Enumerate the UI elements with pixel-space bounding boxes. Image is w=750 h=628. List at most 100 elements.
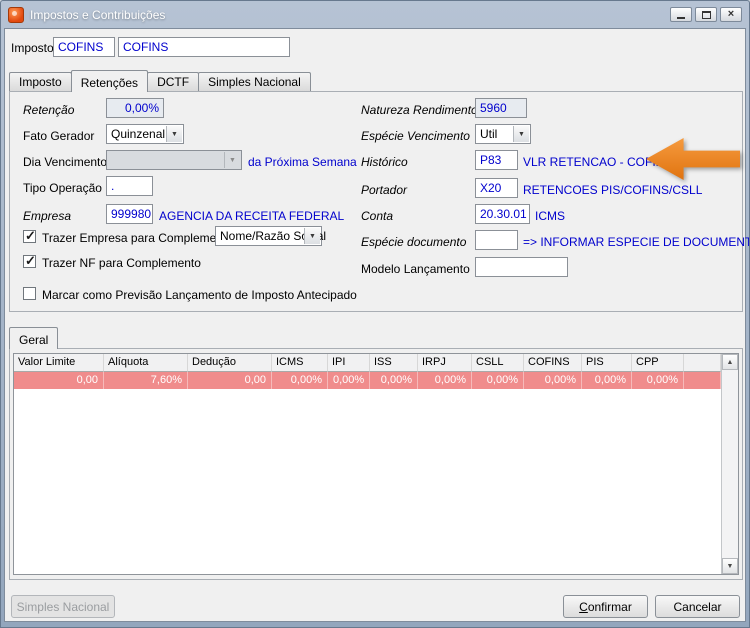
column-header[interactable]: CPP bbox=[632, 354, 684, 372]
vertical-scrollbar[interactable]: ▲ ▼ bbox=[721, 354, 738, 574]
table-cell: 0,00 bbox=[14, 372, 104, 389]
column-header[interactable]: Alíquota bbox=[104, 354, 188, 372]
tab-retenções[interactable]: Retenções bbox=[70, 70, 149, 92]
chevron-down-icon[interactable]: ▼ bbox=[513, 126, 529, 142]
checkbox-0-label: Trazer Empresa para Complemento bbox=[42, 231, 233, 245]
main-tabs: Imposto Retenções DCTF Simples Nacional bbox=[9, 70, 311, 92]
table-cell: 0,00% bbox=[632, 372, 684, 389]
empresa-field[interactable]: 999980 bbox=[106, 204, 153, 224]
checkbox-1-label: Trazer NF para Complemento bbox=[42, 256, 201, 270]
chevron-down-icon[interactable]: ▼ bbox=[224, 152, 240, 168]
table-row[interactable]: 0,00 7,60% 0,00 0,00% 0,00% 0,00% 0,00% 0,00% 0,… bbox=[14, 372, 721, 389]
modelo-lancamento-label: Modelo Lançamento bbox=[361, 262, 470, 276]
app-icon bbox=[8, 6, 24, 23]
scroll-down-button[interactable]: ▼ bbox=[722, 558, 738, 574]
titlebar[interactable]: Impostos e Contribuições × bbox=[4, 1, 746, 28]
portador-field[interactable]: X20 bbox=[475, 178, 518, 198]
natureza-rendimento-field[interactable]: 5960 bbox=[475, 98, 527, 118]
table-cell-filler bbox=[684, 372, 721, 389]
table-cell: 0,00% bbox=[472, 372, 524, 389]
column-header[interactable]: ICMS bbox=[272, 354, 328, 372]
historico-field[interactable]: P83 bbox=[475, 150, 518, 170]
window-controls: × bbox=[670, 7, 742, 22]
column-header[interactable]: IPI bbox=[328, 354, 370, 372]
column-header[interactable]: PIS bbox=[582, 354, 632, 372]
fato-gerador-select[interactable]: Quinzenal ▼ bbox=[106, 124, 184, 144]
tab-simples-nacional[interactable]: Simples Nacional bbox=[198, 72, 311, 91]
especie-documento-description: => INFORMAR ESPECIE DE DOCUMENTO bbox=[523, 235, 750, 249]
simples-nacional-button: Simples Nacional bbox=[11, 595, 115, 618]
table-cell: 0,00% bbox=[582, 372, 632, 389]
close-button[interactable]: × bbox=[720, 7, 742, 22]
conta-description: ICMS bbox=[535, 209, 565, 223]
empresa-description: AGENCIA DA RECEITA FEDERAL bbox=[159, 209, 345, 223]
table-cell: 7,60% bbox=[104, 372, 188, 389]
table-cell: 0,00% bbox=[272, 372, 328, 389]
fato-gerador-value: Quinzenal bbox=[111, 127, 166, 141]
cancelar-button[interactable]: Cancelar bbox=[655, 595, 740, 618]
column-header[interactable]: CSLL bbox=[472, 354, 524, 372]
dia-vencimento-hint: da Próxima Semana bbox=[248, 155, 357, 169]
complemento-select[interactable]: Nome/Razão Social ▼ bbox=[215, 226, 326, 246]
especie-vencimento-select[interactable]: Util ▼ bbox=[475, 124, 531, 144]
close-icon: × bbox=[727, 8, 735, 20]
table-cell: 0,00% bbox=[370, 372, 418, 389]
conta-label: Conta bbox=[361, 209, 394, 223]
geral-tabs: Geral bbox=[9, 327, 59, 349]
chevron-down-icon[interactable]: ▼ bbox=[166, 126, 182, 142]
tipo-operacao-label: Tipo Operação bbox=[23, 181, 102, 195]
dialog-body: Imposto COFINS COFINS Imposto Retenções DC… bbox=[4, 28, 749, 622]
especie-vencimento-label: Espécie Vencimento bbox=[361, 129, 470, 143]
column-header-filler bbox=[684, 354, 721, 372]
column-header[interactable]: Dedução bbox=[188, 354, 272, 372]
conta-field[interactable]: 20.30.01 bbox=[475, 204, 530, 224]
callout-arrow-icon bbox=[646, 138, 740, 180]
checkbox-0[interactable] bbox=[23, 228, 36, 244]
tab-geral[interactable]: Geral bbox=[9, 327, 59, 349]
especie-documento-field[interactable] bbox=[475, 230, 518, 250]
table-cell: 0,00% bbox=[418, 372, 472, 389]
dialog-window: Impostos e Contribuições × Imposto COFIN… bbox=[0, 0, 750, 628]
window-title: Impostos e Contribuições bbox=[30, 7, 166, 22]
maximize-icon bbox=[701, 10, 711, 19]
scrollbar-track[interactable] bbox=[722, 370, 738, 558]
checkbox-1[interactable] bbox=[23, 253, 36, 269]
checkbox-2[interactable] bbox=[23, 287, 36, 300]
chevron-down-icon[interactable]: ▼ bbox=[304, 228, 320, 244]
maximize-button[interactable] bbox=[695, 7, 717, 22]
especie-vencimento-value: Util bbox=[480, 127, 498, 141]
dia-vencimento-select[interactable]: ▼ bbox=[106, 150, 242, 170]
imposto-name-field[interactable]: COFINS bbox=[118, 37, 290, 57]
table-cell: 0,00% bbox=[524, 372, 582, 389]
column-header[interactable]: IRPJ bbox=[418, 354, 472, 372]
table-body: 0,00 7,60% 0,00 0,00% 0,00% 0,00% 0,00% 0,00% 0,… bbox=[14, 372, 721, 389]
tab-dctf[interactable]: DCTF bbox=[147, 72, 200, 91]
empresa-label: Empresa bbox=[23, 209, 72, 223]
portador-description: RETENCOES PIS/COFINS/CSLL bbox=[523, 183, 703, 197]
column-header[interactable]: Valor Limite bbox=[14, 354, 104, 372]
minimize-button[interactable] bbox=[670, 7, 692, 22]
table-cell: 0,00 bbox=[188, 372, 272, 389]
tipo-operacao-field[interactable]: . bbox=[106, 176, 153, 196]
portador-label: Portador bbox=[361, 183, 408, 197]
data-table: Valor Limite Alíquota Dedução ICMS IPI ISS IRP… bbox=[13, 353, 739, 575]
minimize-icon bbox=[677, 16, 685, 19]
modelo-lancamento-field[interactable] bbox=[475, 257, 568, 277]
retencao-label: Retenção bbox=[23, 103, 75, 117]
scroll-up-button[interactable]: ▲ bbox=[722, 354, 738, 370]
tab-imposto[interactable]: Imposto bbox=[9, 72, 72, 91]
imposto-code-field[interactable]: COFINS bbox=[53, 37, 115, 57]
table-cell: 0,00% bbox=[328, 372, 370, 389]
fato-gerador-label: Fato Gerador bbox=[23, 129, 95, 143]
checkbox-2-label: Marcar como Previsão Lançamento de Impos… bbox=[42, 288, 357, 302]
column-header[interactable]: ISS bbox=[370, 354, 418, 372]
historico-label: Histórico bbox=[361, 155, 408, 169]
dia-vencimento-label: Dia Vencimento bbox=[23, 155, 108, 169]
confirmar-button[interactable]: Confirmar bbox=[563, 595, 648, 618]
natureza-rendimento-label: Natureza Rendimento bbox=[361, 103, 478, 117]
table-main: Valor Limite Alíquota Dedução ICMS IPI ISS IRP… bbox=[14, 354, 721, 574]
column-header[interactable]: COFINS bbox=[524, 354, 582, 372]
table-header-row: Valor Limite Alíquota Dedução ICMS IPI ISS IRP… bbox=[14, 354, 721, 372]
retencao-field[interactable]: 0,00% bbox=[106, 98, 164, 118]
especie-documento-label: Espécie documento bbox=[361, 235, 467, 249]
